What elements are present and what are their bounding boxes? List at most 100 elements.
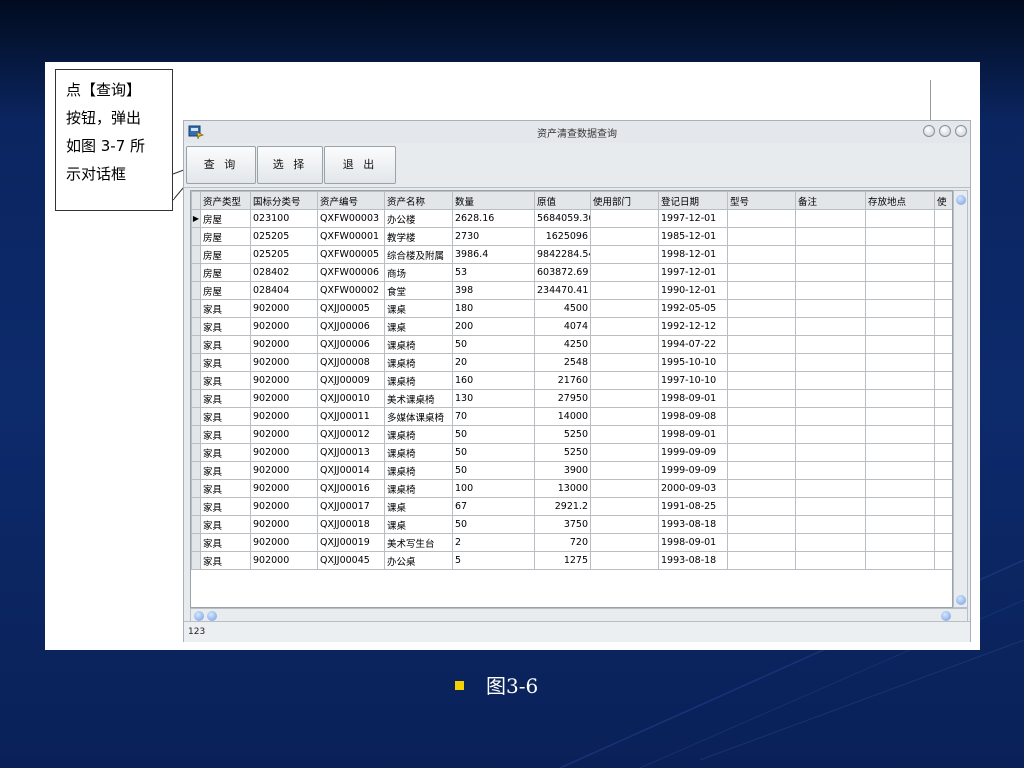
table-cell[interactable]: QXJJ00012: [317, 425, 385, 444]
table-cell[interactable]: 4250: [534, 335, 591, 354]
row-indicator[interactable]: [191, 443, 201, 462]
close-button[interactable]: [955, 125, 967, 137]
table-cell[interactable]: QXJJ00013: [317, 443, 385, 462]
column-header[interactable]: 国标分类号: [250, 191, 318, 210]
window-titlebar[interactable]: 资产清查数据查询: [184, 121, 970, 144]
table-cell[interactable]: QXJJ00009: [317, 371, 385, 390]
table-cell[interactable]: 2: [452, 533, 535, 552]
table-cell[interactable]: 4500: [534, 299, 591, 318]
table-cell[interactable]: [590, 533, 659, 552]
table-cell[interactable]: [727, 425, 796, 444]
table-cell[interactable]: 2730: [452, 227, 535, 246]
table-cell[interactable]: [727, 281, 796, 300]
table-cell[interactable]: 1998-12-01: [658, 245, 728, 264]
table-cell[interactable]: 70: [452, 407, 535, 426]
table-cell[interactable]: 1990-12-01: [658, 281, 728, 300]
table-cell[interactable]: 家具: [200, 353, 251, 372]
table-cell[interactable]: 902000: [250, 317, 318, 336]
scroll-up-icon[interactable]: [956, 195, 966, 205]
row-indicator[interactable]: [191, 461, 201, 480]
table-cell[interactable]: [934, 515, 952, 534]
table-cell[interactable]: 2000-09-03: [658, 479, 728, 498]
table-cell[interactable]: 1625096: [534, 227, 591, 246]
table-cell[interactable]: 1997-12-01: [658, 209, 728, 228]
table-cell[interactable]: 课桌: [384, 497, 453, 516]
table-cell[interactable]: 3986.4: [452, 245, 535, 264]
table-cell[interactable]: 房屋: [200, 227, 251, 246]
table-cell[interactable]: [590, 263, 659, 282]
table-cell[interactable]: 1997-12-01: [658, 263, 728, 282]
column-header[interactable]: 资产类型: [200, 191, 251, 210]
table-cell[interactable]: [795, 281, 866, 300]
table-cell[interactable]: [795, 425, 866, 444]
scroll-right-icon[interactable]: [941, 611, 951, 621]
table-cell[interactable]: QXJJ00008: [317, 353, 385, 372]
table-cell[interactable]: 3900: [534, 461, 591, 480]
table-cell[interactable]: [590, 281, 659, 300]
table-cell[interactable]: [934, 551, 952, 570]
table-cell[interactable]: 902000: [250, 443, 318, 462]
row-indicator[interactable]: [191, 551, 201, 570]
table-cell[interactable]: 200: [452, 317, 535, 336]
table-cell[interactable]: 67: [452, 497, 535, 516]
table-cell[interactable]: [934, 209, 952, 228]
table-cell[interactable]: 21760: [534, 371, 591, 390]
table-row[interactable]: 家具 902000 QXJJ00019 美术写生台 2 720 1998-09-01: [191, 533, 952, 552]
row-indicator[interactable]: [191, 263, 201, 282]
table-cell[interactable]: 办公楼: [384, 209, 453, 228]
table-cell[interactable]: 家具: [200, 479, 251, 498]
table-cell[interactable]: [590, 425, 659, 444]
table-cell[interactable]: 1992-05-05: [658, 299, 728, 318]
row-indicator[interactable]: [191, 353, 201, 372]
table-cell[interactable]: 1999-09-09: [658, 443, 728, 462]
table-cell[interactable]: 房屋: [200, 281, 251, 300]
select-button[interactable]: 选 择: [257, 146, 323, 184]
table-cell[interactable]: [795, 245, 866, 264]
column-header[interactable]: 登记日期: [658, 191, 728, 210]
table-cell[interactable]: [727, 245, 796, 264]
table-cell[interactable]: [727, 461, 796, 480]
table-row[interactable]: 房屋 028402 QXFW00006 商场 53 603872.69 1997-12-01: [191, 263, 952, 282]
table-row[interactable]: 家具 902000 QXJJ00008 课桌椅 20 2548 1995-10-10: [191, 353, 952, 372]
table-cell[interactable]: [934, 425, 952, 444]
table-cell[interactable]: [934, 371, 952, 390]
table-cell[interactable]: 1275: [534, 551, 591, 570]
table-cell[interactable]: [934, 263, 952, 282]
table-cell[interactable]: [865, 371, 935, 390]
table-cell[interactable]: 160: [452, 371, 535, 390]
table-cell[interactable]: [934, 461, 952, 480]
table-cell[interactable]: 2921.2: [534, 497, 591, 516]
table-cell[interactable]: [727, 407, 796, 426]
table-cell[interactable]: [795, 335, 866, 354]
table-row[interactable]: 家具 902000 QXJJ00011 多媒体课桌椅 70 14000 1998-09-08: [191, 407, 952, 426]
table-cell[interactable]: 2548: [534, 353, 591, 372]
table-cell[interactable]: 14000: [534, 407, 591, 426]
table-cell[interactable]: 家具: [200, 461, 251, 480]
table-cell[interactable]: [727, 299, 796, 318]
table-cell[interactable]: [934, 353, 952, 372]
table-row[interactable]: 家具 902000 QXJJ00006 课桌 200 4074 1992-12-12: [191, 317, 952, 336]
table-cell[interactable]: [590, 209, 659, 228]
table-cell[interactable]: 房屋: [200, 209, 251, 228]
table-cell[interactable]: 1998-09-01: [658, 533, 728, 552]
table-cell[interactable]: 食堂: [384, 281, 453, 300]
table-cell[interactable]: 902000: [250, 461, 318, 480]
table-cell[interactable]: 2628.16: [452, 209, 535, 228]
table-cell[interactable]: [934, 245, 952, 264]
table-cell[interactable]: 课桌椅: [384, 461, 453, 480]
table-cell[interactable]: [795, 263, 866, 282]
table-cell[interactable]: [865, 407, 935, 426]
table-cell[interactable]: [727, 389, 796, 408]
maximize-button[interactable]: [939, 125, 951, 137]
table-cell[interactable]: 902000: [250, 299, 318, 318]
table-cell[interactable]: 1995-10-10: [658, 353, 728, 372]
table-cell[interactable]: [865, 317, 935, 336]
table-cell[interactable]: 902000: [250, 335, 318, 354]
table-cell[interactable]: 902000: [250, 533, 318, 552]
table-cell[interactable]: [795, 389, 866, 408]
table-cell[interactable]: QXJJ00019: [317, 533, 385, 552]
scroll-left-icon[interactable]: [194, 611, 204, 621]
table-cell[interactable]: [865, 533, 935, 552]
table-cell[interactable]: 1999-09-09: [658, 461, 728, 480]
table-cell[interactable]: [795, 461, 866, 480]
